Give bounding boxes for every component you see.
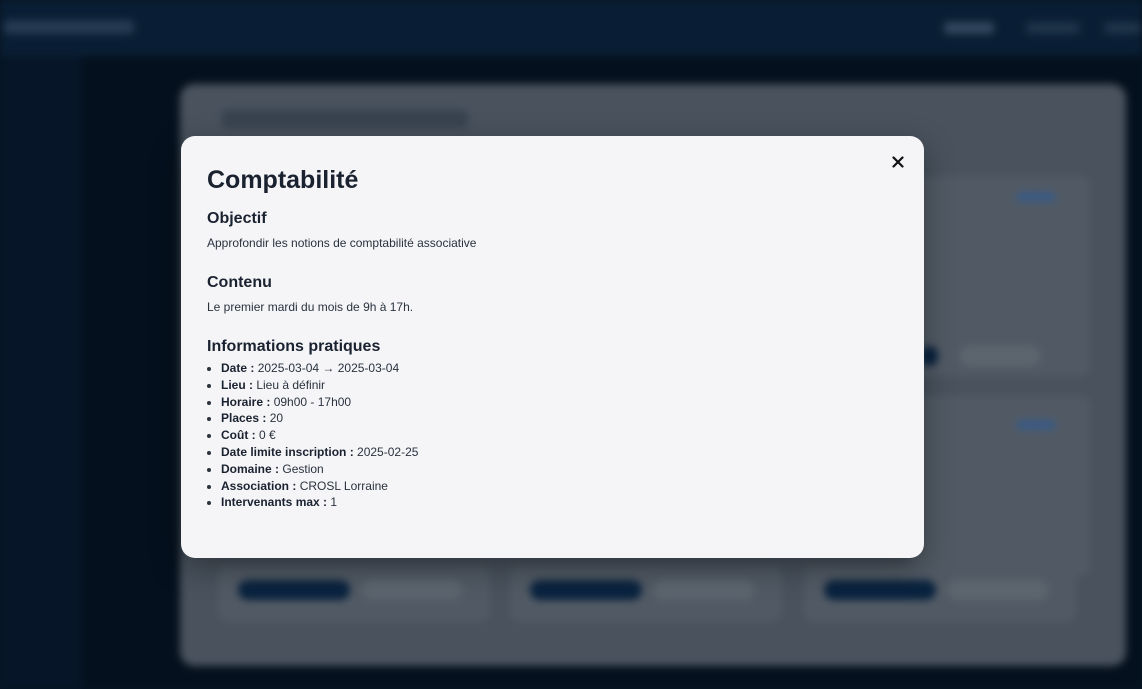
info-value-deadline: 2025-02-25 — [357, 444, 419, 459]
info-label-date: Date : — [221, 361, 255, 375]
info-label-association: Association : — [221, 478, 297, 493]
info-value-location: Lieu à définir — [256, 377, 326, 392]
info-value-schedule: 09h00 - 17h00 — [273, 394, 352, 409]
training-details-modal: Comptabilité Objectif Approfondir les no… — [181, 136, 924, 558]
info-label-max-speakers: Intervenants max : — [221, 495, 328, 510]
info-label-deadline: Date limite inscription : — [221, 444, 354, 459]
list-item: Date : 2025-03-04 → 2025-03-04 — [221, 360, 898, 377]
list-item: Horaire : 09h00 - 17h00 — [221, 394, 898, 411]
list-item: Association : CROSL Lorraine — [221, 478, 898, 495]
list-item: Intervenants max : 1 — [221, 494, 898, 511]
practical-info-list: Date : 2025-03-04 → 2025-03-04 Lieu : Li… — [207, 360, 898, 511]
info-value-association: CROSL Lorraine — [299, 478, 388, 493]
list-item: Places : 20 — [221, 410, 898, 427]
info-value-seats: 20 — [269, 411, 284, 426]
info-label-cost: Coût : — [221, 428, 256, 443]
content-heading: Contenu — [207, 274, 272, 291]
info-value-max-speakers: 1 — [330, 495, 338, 510]
objective-heading: Objectif — [207, 210, 267, 227]
info-value-domain: Gestion — [282, 461, 324, 476]
list-item: Date limite inscription : 2025-02-25 — [221, 444, 898, 461]
info-value-date: 2025-03-04 → 2025-03-04 — [257, 361, 400, 375]
close-icon — [892, 156, 904, 168]
close-button[interactable] — [886, 150, 910, 174]
practical-info-heading: Informations pratiques — [207, 338, 381, 355]
info-label-location: Lieu : — [221, 377, 253, 392]
content-text: Le premier mardi du mois de 9h à 17h. — [207, 300, 414, 314]
list-item: Coût : 0 € — [221, 427, 898, 444]
modal-title: Comptabilité — [207, 166, 359, 194]
objective-text: Approfondir les notions de comptabilité … — [207, 236, 477, 250]
info-value-cost: 0 € — [259, 428, 276, 443]
list-item: Lieu : Lieu à définir — [221, 377, 898, 394]
info-label-schedule: Horaire : — [221, 394, 271, 409]
info-label-seats: Places : — [221, 411, 267, 426]
list-item: Domaine : Gestion — [221, 461, 898, 478]
info-label-domain: Domaine : — [221, 461, 280, 476]
